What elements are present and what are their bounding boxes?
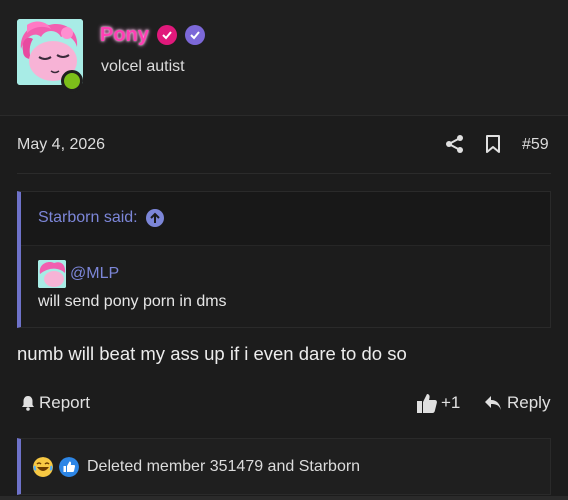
bottom-edge: [0, 496, 568, 500]
divider: [17, 173, 551, 174]
reply-icon: [485, 396, 501, 410]
report-button[interactable]: Report: [20, 393, 90, 413]
post-date[interactable]: May 4, 2026: [17, 136, 105, 154]
bookmark-icon[interactable]: [484, 134, 502, 154]
laughing-emoji-icon: [33, 456, 53, 477]
quote-block: Starborn said: @MLP will send pony porn …: [17, 191, 551, 328]
quote-text: will send pony porn in dms: [38, 293, 227, 310]
bell-icon: [22, 396, 34, 411]
like-button[interactable]: +1: [416, 392, 460, 414]
user-mention-link[interactable]: @MLP: [70, 265, 119, 283]
reactions-summary[interactable]: Deleted member 351479 and Starborn: [87, 458, 360, 476]
user-title: volcel autist: [101, 58, 185, 75]
online-status-indicator: [61, 70, 83, 92]
quote-author-link[interactable]: Starborn said:: [38, 209, 164, 227]
thumbs-up-icon: [417, 394, 437, 413]
mention-avatar: [38, 260, 66, 288]
like-count: +1: [441, 393, 461, 412]
post-meta-row: May 4, 2026 #59: [0, 124, 568, 168]
author-username[interactable]: Pony: [100, 24, 149, 47]
share-icon[interactable]: [445, 134, 465, 154]
reply-label: Reply: [507, 393, 551, 412]
post-actions: Report +1 Reply: [0, 390, 568, 420]
verified-badge-icon: [156, 25, 177, 45]
post-body-text: numb will beat my ass up if i even dare …: [17, 343, 407, 364]
quote-author-said[interactable]: Starborn said:: [38, 209, 138, 227]
staff-badge-icon: [184, 25, 205, 45]
quote-body: @MLP will send pony porn in dms: [38, 260, 227, 311]
reply-button[interactable]: Reply: [484, 393, 550, 413]
like-reaction-icon: [59, 456, 79, 477]
username-row: Pony: [100, 22, 205, 48]
author-avatar-wrap[interactable]: [17, 19, 83, 92]
arrow-up-circle-icon[interactable]: [145, 209, 164, 227]
post-number-link[interactable]: #59: [522, 136, 549, 154]
mention-row: @MLP: [38, 260, 227, 288]
reactions-bar[interactable]: Deleted member 351479 and Starborn: [17, 438, 551, 495]
report-label: Report: [39, 393, 91, 412]
quote-header: Starborn said:: [21, 192, 550, 246]
post-author-header: Pony volcel autist: [0, 0, 568, 116]
